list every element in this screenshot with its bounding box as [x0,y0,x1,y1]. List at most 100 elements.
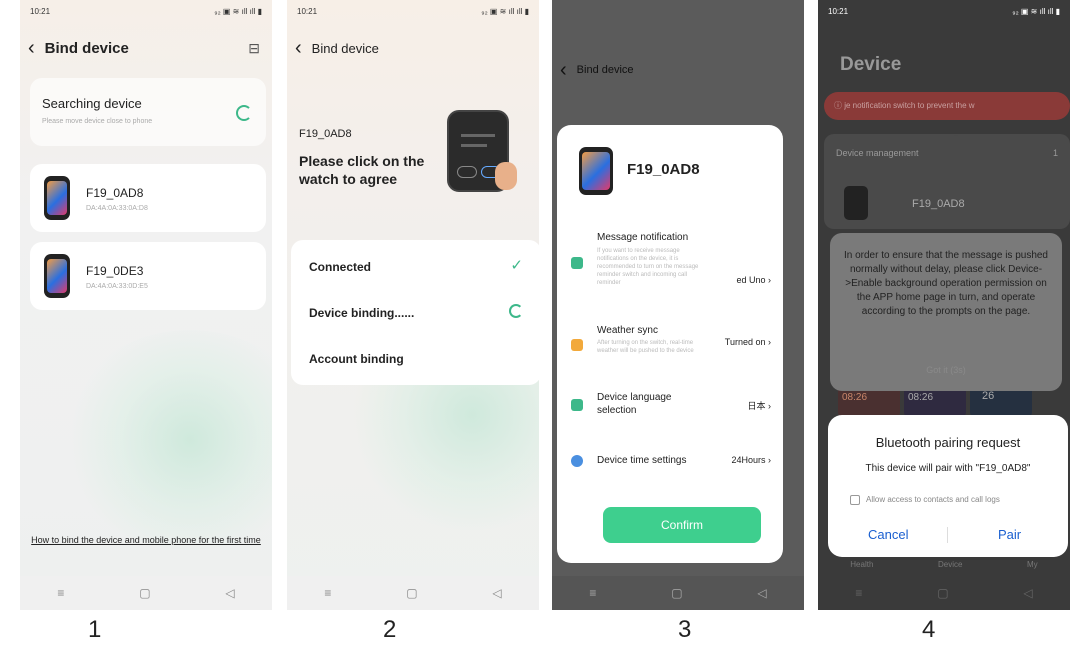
chevron-left-icon[interactable]: ‹ [295,38,302,58]
chevron-left-icon[interactable]: ‹ [560,60,567,80]
tab-device[interactable]: Device [938,560,962,569]
setting-row-weather[interactable]: Turned on › [725,337,771,347]
device-sub: Connected [954,136,959,137]
device-list-item[interactable]: F19_0AD8 DA:4A:0A:33:0A:D8 [30,164,266,232]
check-icon: ✓ [510,257,523,274]
hand-pointer-icon [495,162,517,190]
page-title: Device [840,54,902,75]
scan-icon[interactable]: ⊟ [248,40,260,57]
device-management-label: Device management [836,148,919,158]
binding-steps-card: Connected ✓ Device binding...... Account… [291,240,539,385]
back-nav-icon[interactable]: ◁ [225,586,234,600]
pair-button[interactable]: Pair [998,527,1021,542]
status-time: 10:21 [828,7,849,16]
setting-row-time[interactable]: 24Hours › [731,455,771,465]
page-title: Bind device [44,39,129,57]
setting-value: ed Uno [736,275,766,285]
caption-3: 3 [678,616,692,643]
screen-2: 10:21 ₉₂ ▣ ≋ ıll ıll ▮ ‹ Bind device F19_… [287,0,539,610]
status-icons: ₉₂ ▣ ≋ ıll ıll ▮ [481,7,529,16]
checkbox-icon[interactable] [850,495,860,505]
watch-icon [844,186,868,220]
nav-bar: ≡ ▢ ◁ [20,576,272,610]
back-nav-icon[interactable]: ◁ [1023,586,1032,600]
device-management-count: 1 [1052,148,1058,158]
cancel-button[interactable]: Cancel [868,527,908,542]
device-settings-dialog: F19_0AD8 Message notification If you wan… [557,125,783,563]
device-management-card[interactable]: Device management 1 F19_0AD8 Connected [824,134,1070,229]
background-glow [60,330,272,550]
bluetooth-pairing-dialog: Bluetooth pairing request This device wi… [828,415,1068,557]
device-name: F19_0AD8 [86,186,144,200]
step-label: Device binding...... [309,306,415,320]
back-nav-icon[interactable]: ◁ [757,586,766,600]
menu-nav-icon[interactable]: ≡ [324,586,331,600]
setting-row-language[interactable]: 日本 › [747,399,771,412]
chevron-right-icon: › [768,455,771,465]
divider [947,527,948,543]
permission-dialog: In order to ensure that the message is p… [830,233,1062,391]
watch-icon [579,147,613,195]
watch-line [461,134,495,137]
menu-nav-icon[interactable]: ≡ [57,586,64,600]
device-mac: DA:4A:0A:33:0D:E5 [86,283,148,290]
screen-1: 10:21 ₉₂ ▣ ≋ ıll ıll ▮ ‹ Bind device ⊟ Se… [20,0,272,610]
menu-nav-icon[interactable]: ≡ [855,586,862,600]
nav-bar: ≡ ▢ ◁ [552,576,804,610]
chevron-right-icon: › [768,275,771,285]
notification-banner[interactable]: ⓘ je notification switch to prevent the … [824,92,1070,120]
page-title: Bind device [576,64,634,76]
setting-row-message[interactable]: ed Uno › [736,275,771,285]
caption-2: 2 [383,616,397,643]
home-nav-icon[interactable]: ▢ [139,586,150,600]
home-nav-icon[interactable]: ▢ [937,586,948,600]
status-bar: 10:21 ₉₂ ▣ ≋ ıll ıll ▮ [287,0,539,22]
watch-icon [44,176,70,220]
device-name: F19_0AD8 [627,161,700,178]
screen-3: ‹ Bind device F19_0AD8 Message notificat… [552,0,804,610]
menu-nav-icon[interactable]: ≡ [589,586,596,600]
status-time: 10:21 [297,7,318,16]
status-icons: ₉₂ ▣ ≋ ıll ıll ▮ [1012,7,1060,16]
bt-dialog-title: Bluetooth pairing request [875,435,1021,450]
tab-health[interactable]: Health [850,560,873,569]
setting-title: Device time settings [597,455,687,466]
watch-line [461,144,487,147]
step-label: Account binding [309,352,404,366]
nav-bar: ≡ ▢ ◁ [818,576,1070,610]
alert-circle-icon: ⓘ [834,101,845,110]
status-bar: 10:21 ₉₂ ▣ ≋ ıll ıll ▮ [20,0,272,22]
header: ‹ Bind device [560,58,792,82]
device-name: F19_0AD8 [299,128,352,140]
setting-title: Weather sync [597,325,658,336]
chevron-left-icon[interactable]: ‹ [28,38,35,58]
loading-spinner-icon [236,105,252,121]
loading-spinner-icon [509,304,523,318]
setting-value: 24Hours [731,455,766,465]
back-nav-icon[interactable]: ◁ [492,586,501,600]
bottom-tab-bar: Health Device My [818,560,1070,569]
banner-text: je notification switch to prevent the w [844,101,975,110]
status-icons: ₉₂ ▣ ≋ ıll ıll ▮ [214,7,262,16]
help-link[interactable]: How to bind the device and mobile phone … [30,534,262,547]
header: ‹ Bind device [295,36,527,60]
step-label: Connected [309,260,372,274]
confirm-button[interactable]: Confirm [603,507,761,543]
tab-my[interactable]: My [1027,560,1038,569]
chevron-right-icon: › [768,401,771,411]
device-mac: DA:4A:0A:33:0A:D8 [86,205,148,212]
chevron-right-icon: › [768,337,771,347]
caption-1: 1 [88,616,102,643]
home-nav-icon[interactable]: ▢ [406,586,417,600]
setting-title: Message notification [597,232,689,243]
device-list-item[interactable]: F19_0DE3 DA:4A:0A:33:0D:E5 [30,242,266,310]
watch-reject-button [457,166,477,178]
status-bar: 10:21 ₉₂ ▣ ≋ ıll ıll ▮ [818,0,1070,22]
home-nav-icon[interactable]: ▢ [671,586,682,600]
setting-desc: After turning on the switch, real-time w… [597,340,694,354]
setting-title: Device language selection [597,392,672,416]
searching-card: Searching device Please move device clos… [30,78,266,146]
nav-bar: ≡ ▢ ◁ [287,576,539,610]
got-it-button[interactable]: Got it (3s) [830,365,1062,375]
bt-dialog-text: This device will pair with "F19_0AD8" [865,463,1031,474]
